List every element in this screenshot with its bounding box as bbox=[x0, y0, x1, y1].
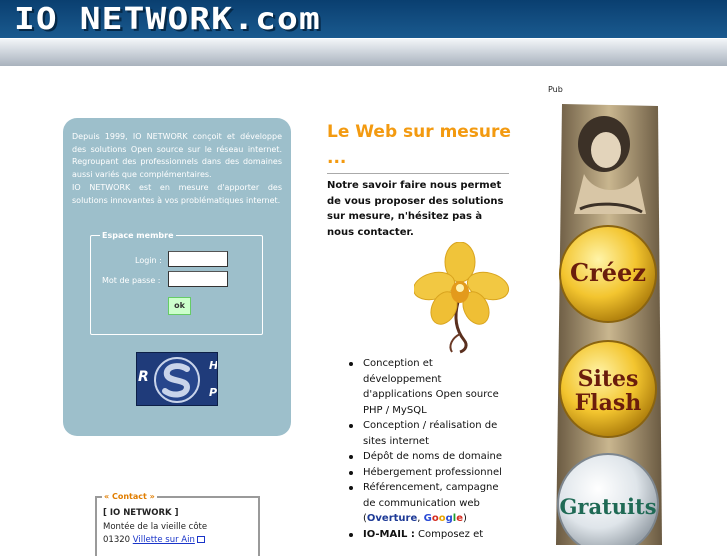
google-letter: g bbox=[445, 513, 453, 524]
page-title: Le Web sur mesure ... bbox=[327, 122, 511, 168]
contact-legend: « Contact » bbox=[102, 491, 157, 502]
external-link-icon bbox=[196, 536, 205, 543]
ad-label: Pub bbox=[548, 85, 563, 94]
contact-city-link[interactable]: Villette sur Ain bbox=[133, 535, 195, 545]
lead-text: Notre savoir faire nous permet de vous p… bbox=[327, 180, 504, 238]
seo-close: ) bbox=[463, 513, 467, 524]
login-input[interactable] bbox=[168, 251, 228, 267]
iomail-label: IO-MAIL : bbox=[363, 528, 415, 540]
list-item-seo: Référencement, campagne de communication… bbox=[349, 480, 513, 527]
list-item-iomail: IO-MAIL : Composez et bbox=[349, 527, 513, 543]
list-item: Conception / réalisation de sites intern… bbox=[349, 418, 513, 449]
site-header: IO NETWORK.com bbox=[0, 0, 727, 66]
google-link[interactable]: Google bbox=[424, 513, 463, 524]
title-divider bbox=[327, 173, 509, 174]
contact-address: [ IO NETWORK ] Montée de la vieille côte… bbox=[103, 507, 207, 548]
intro-paragraph-2: IO NETWORK est en mesure d'apporter des … bbox=[72, 182, 282, 205]
member-login-form: Espace membre Login : Mot de passe : ok bbox=[90, 230, 263, 335]
services-list: Conception et développement d'applicatio… bbox=[349, 356, 513, 543]
login-label: Login : bbox=[135, 256, 162, 265]
contact-company: [ IO NETWORK ] bbox=[103, 508, 179, 518]
header-band bbox=[0, 38, 727, 66]
contact-city-line: 01320 Villette sur Ain bbox=[103, 534, 207, 548]
contact-street: Montée de la vieille côte bbox=[103, 521, 208, 532]
ad-badge-creez: Créez bbox=[559, 225, 657, 323]
ad-badge-gratuits: Gratuits bbox=[557, 453, 659, 545]
partner-badge[interactable]: R H P bbox=[136, 352, 218, 406]
list-item: Dépôt de noms de domaine bbox=[349, 449, 513, 465]
intro-paragraph-1: Depuis 1999, IO NETWORK conçoit et dével… bbox=[72, 132, 282, 180]
svg-text:Gratuits: Gratuits bbox=[559, 494, 656, 519]
list-item: Hébergement professionnel bbox=[349, 465, 513, 481]
contact-box: « Contact » [ IO NETWORK ] Montée de la … bbox=[95, 491, 260, 556]
svg-text:Créez: Créez bbox=[570, 258, 646, 287]
login-submit-button[interactable]: ok bbox=[168, 297, 191, 315]
badge-letter-top: H bbox=[209, 359, 218, 372]
google-letter: o bbox=[431, 513, 439, 524]
password-input[interactable] bbox=[168, 271, 228, 287]
password-label: Mot de passe : bbox=[102, 276, 161, 285]
ad-badge-sites-flash: Sites Flash bbox=[559, 340, 657, 438]
intro-text: Depuis 1999, IO NETWORK conçoit et dével… bbox=[72, 131, 282, 207]
contact-postcode: 01320 bbox=[103, 535, 131, 545]
badge-s-logo-icon bbox=[137, 353, 217, 405]
overture-link[interactable]: Overture bbox=[367, 513, 417, 524]
svg-text:Flash: Flash bbox=[575, 390, 642, 416]
list-item: Conception et développement d'applicatio… bbox=[349, 356, 513, 418]
badge-letter-bottom: P bbox=[209, 386, 218, 399]
site-logo[interactable]: IO NETWORK.com bbox=[14, 4, 321, 36]
member-area-legend: Espace membre bbox=[100, 230, 176, 241]
google-letter: e bbox=[456, 513, 463, 524]
iomail-text: Composez et bbox=[414, 528, 484, 540]
ad-banner[interactable]: Créez Sites Flash Gratuits bbox=[554, 104, 664, 545]
intro-panel: Depuis 1999, IO NETWORK conçoit et dével… bbox=[63, 118, 291, 436]
svg-text:Sites: Sites bbox=[578, 366, 639, 392]
google-letter: o bbox=[438, 513, 446, 524]
google-letter: G bbox=[423, 513, 432, 524]
orchid-image bbox=[414, 242, 510, 354]
badge-letter-left: R bbox=[138, 369, 149, 385]
